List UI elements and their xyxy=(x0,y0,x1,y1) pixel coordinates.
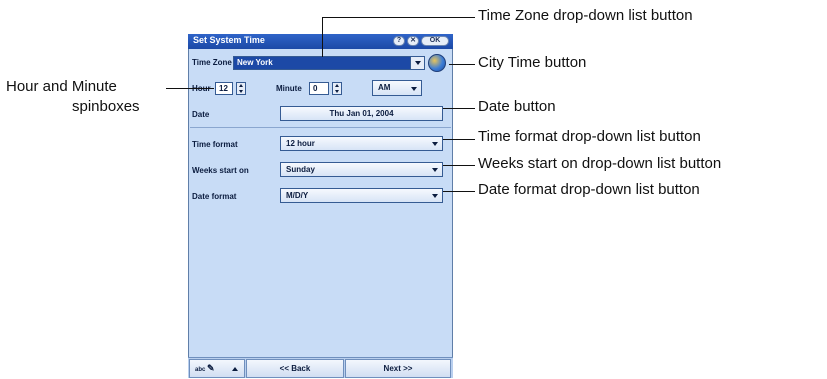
date-format-label: Date format xyxy=(192,192,237,201)
help-button[interactable]: ? xyxy=(393,36,405,46)
spin-up-icon[interactable] xyxy=(335,84,339,87)
am-pm-value: AM xyxy=(378,83,391,92)
input-panel-label: abc xyxy=(195,367,206,373)
date-format-dropdown[interactable]: M/D/Y xyxy=(280,188,443,203)
am-pm-dropdown[interactable]: AM xyxy=(372,80,422,96)
callout-time-zone: Time Zone drop-down list button xyxy=(478,7,693,24)
callout-line-weeks-start xyxy=(443,165,475,166)
callout-city-time: City Time button xyxy=(478,54,587,71)
input-panel-button[interactable]: abc ✎ xyxy=(189,359,245,378)
next-button[interactable]: Next >> xyxy=(345,359,451,378)
title-bar: Set System Time ? ✕ OK xyxy=(188,34,453,49)
minute-value: 0 xyxy=(313,84,318,93)
minute-input[interactable]: 0 xyxy=(309,82,329,95)
callout-hour-minute-line1: Hour and Minute xyxy=(6,78,117,95)
callout-line-time-zone-v xyxy=(322,17,323,57)
spin-down-icon[interactable] xyxy=(239,90,243,93)
spin-up-icon[interactable] xyxy=(239,84,243,87)
callout-weeks-start: Weeks start on drop-down list button xyxy=(478,155,722,172)
chevron-down-icon xyxy=(415,61,421,65)
callout-line-date-format xyxy=(443,191,475,192)
callout-date: Date button xyxy=(478,98,556,115)
time-zone-dropdown-arrow[interactable] xyxy=(410,57,424,69)
callout-hour-minute-line2: spinboxes xyxy=(72,98,140,115)
back-button[interactable]: << Back xyxy=(246,359,344,378)
chevron-down-icon xyxy=(411,87,417,91)
callout-line-hour-minute xyxy=(166,88,214,89)
weeks-start-label: Weeks start on xyxy=(192,166,249,175)
minute-spinner[interactable] xyxy=(332,82,342,95)
callout-line-time-zone-h xyxy=(322,17,475,18)
time-zone-value: New York xyxy=(237,58,273,67)
weeks-start-value: Sunday xyxy=(286,165,315,174)
callout-line-date xyxy=(443,108,475,109)
window-title: Set System Time xyxy=(193,35,265,45)
separator xyxy=(190,127,451,128)
spin-down-icon[interactable] xyxy=(335,90,339,93)
time-format-dropdown[interactable]: 12 hour xyxy=(280,136,443,151)
callout-line-city-time xyxy=(449,64,475,65)
time-format-label: Time format xyxy=(192,140,238,149)
chevron-up-icon xyxy=(232,367,238,371)
city-time-button[interactable] xyxy=(428,54,446,72)
callout-line-time-format xyxy=(443,139,475,140)
hour-spinner[interactable] xyxy=(236,82,246,95)
callout-date-format: Date format drop-down list button xyxy=(478,181,700,198)
hour-input[interactable]: 12 xyxy=(215,82,233,95)
date-label: Date xyxy=(192,110,210,119)
time-zone-label: Time Zone xyxy=(192,58,232,67)
minute-label: Minute xyxy=(276,84,302,93)
chevron-down-icon xyxy=(432,142,438,146)
date-button[interactable]: Thu Jan 01, 2004 xyxy=(280,106,443,121)
time-format-value: 12 hour xyxy=(286,139,315,148)
date-format-value: M/D/Y xyxy=(286,191,309,200)
ok-button[interactable]: OK xyxy=(421,36,449,46)
pen-icon: ✎ xyxy=(207,363,215,373)
weeks-start-dropdown[interactable]: Sunday xyxy=(280,162,443,177)
date-value: Thu Jan 01, 2004 xyxy=(329,109,394,118)
bottom-bar: abc ✎ << Back Next >> xyxy=(188,357,453,378)
time-zone-dropdown[interactable]: New York xyxy=(233,56,425,70)
close-button[interactable]: ✕ xyxy=(407,36,419,46)
chevron-down-icon xyxy=(432,168,438,172)
hour-value: 12 xyxy=(219,84,228,93)
callout-time-format: Time format drop-down list button xyxy=(478,128,701,145)
chevron-down-icon xyxy=(432,194,438,198)
